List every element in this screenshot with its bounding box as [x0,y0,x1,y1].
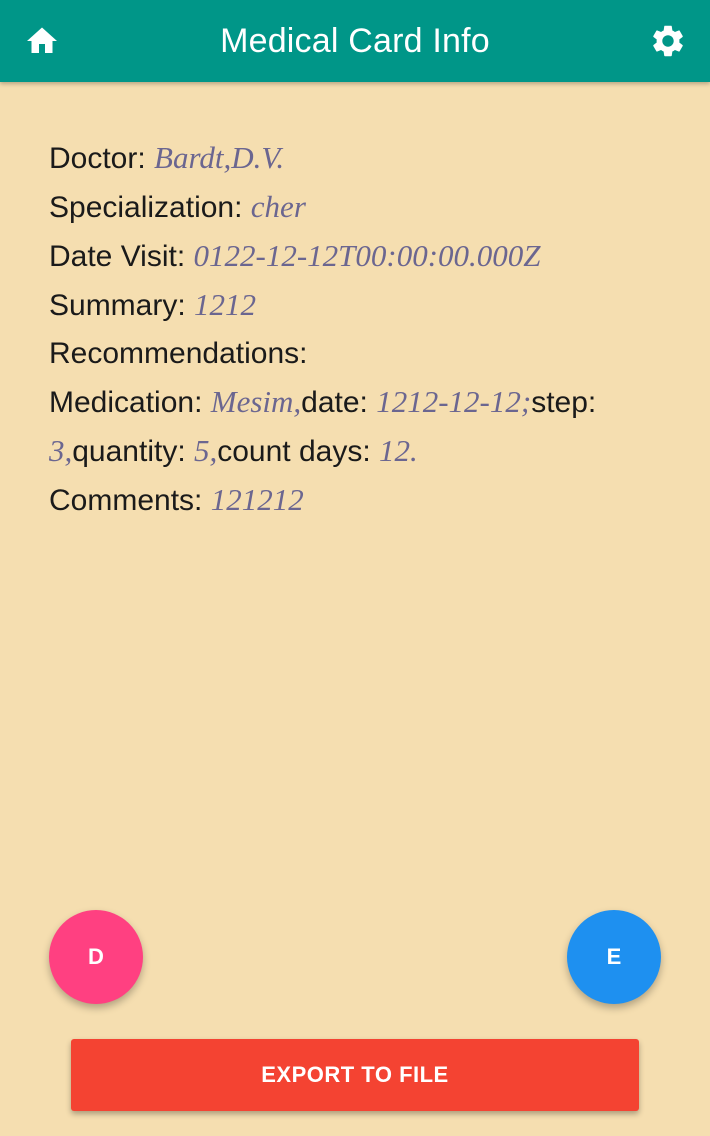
medication-date-value: 1212-12-12; [376,384,532,419]
summary-value: 1212 [194,287,257,322]
specialization-value: cher [250,189,306,224]
medication-date-label: date: [301,386,377,419]
step-label: step: [531,386,597,419]
page-title: Medical Card Info [220,21,490,60]
recommendations-label: Recommendations: [49,337,308,370]
count-days-value: 12. [379,433,418,468]
settings-button[interactable] [648,21,688,61]
quantity-label: quantity: [72,435,194,468]
export-to-file-button[interactable]: EXPORT TO FILE [71,1039,639,1111]
date-visit-value: 0122-12-12T00:00:00.000Z [193,238,541,273]
specialization-label: Specialization: [49,191,251,224]
delete-button[interactable]: D [49,910,143,1004]
date-visit-label: Date Visit: [49,240,194,273]
home-icon [27,27,57,53]
doctor-value: Bardt,D.V. [154,140,285,175]
medication-value: Mesim, [210,384,302,419]
summary-row: Summary: 1212 [49,281,669,330]
comments-value: 121212 [210,482,304,517]
step-value: 3, [49,433,73,468]
date-visit-row: Date Visit: 0122-12-12T00:00:00.000Z [49,232,669,281]
specialization-row: Specialization: cher [49,183,669,232]
comments-row: Comments: 121212 [49,476,669,525]
medication-label: Medication: [49,386,211,419]
doctor-row: Doctor: Bardt,D.V. [49,134,669,183]
doctor-label: Doctor: [49,142,155,175]
medication-row: Medication: Mesim,date: 1212-12-12;step:… [49,378,669,476]
summary-label: Summary: [49,289,195,322]
edit-button[interactable]: E [567,910,661,1004]
home-button[interactable] [22,21,62,61]
recommendations-row: Recommendations: [49,330,669,378]
gear-icon [653,25,683,57]
medical-card-details: Doctor: Bardt,D.V. Specialization: cher … [49,134,669,525]
quantity-value: 5, [194,433,218,468]
count-days-label: count days: [217,435,380,468]
app-bar: Medical Card Info [0,0,710,82]
comments-label: Comments: [49,484,211,517]
